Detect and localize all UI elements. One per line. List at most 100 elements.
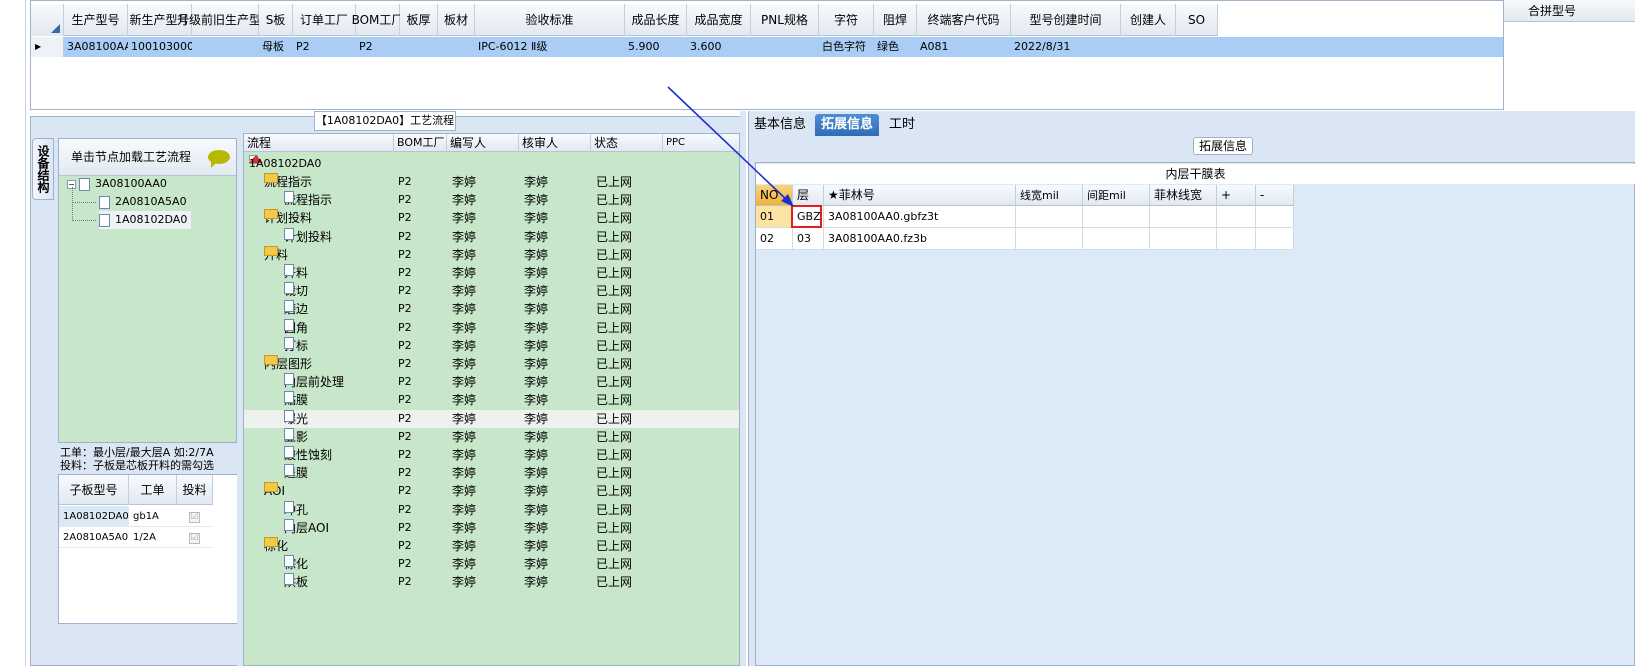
tree-node[interactable]: −3A08100AA0 xyxy=(67,175,167,193)
subboard-cell[interactable]: 1/2A xyxy=(129,527,177,548)
top-row-cell[interactable] xyxy=(1121,37,1176,57)
top-col-header[interactable]: 板材 xyxy=(438,4,475,36)
top-col-header[interactable]: 阻焊 xyxy=(874,4,917,36)
process-row[interactable]: 退膜 P2 李婷 李婷 已上网 xyxy=(244,464,739,482)
process-row[interactable]: AOI P2 李婷 李婷 已上网 xyxy=(244,482,739,500)
top-col-header[interactable]: 验收标准 xyxy=(475,4,625,36)
row-indicator[interactable]: ▶ xyxy=(31,37,64,57)
process-row[interactable]: 开料 P2 李婷 李婷 已上网 xyxy=(244,245,739,264)
process-row[interactable]: 酸性蚀刻 P2 李婷 李婷 已上网 xyxy=(244,446,739,464)
top-col-header[interactable]: SO xyxy=(1176,4,1218,36)
process-row[interactable]: 计划投料 P2 李婷 李婷 已上网 xyxy=(244,209,739,227)
top-row-cell[interactable] xyxy=(400,37,438,57)
process-row[interactable]: 曝光 P2 李婷 李婷 已上网 xyxy=(244,409,739,428)
top-row-cell[interactable]: 10010300003694 xyxy=(128,37,229,57)
top-row-cell[interactable]: P2 xyxy=(356,37,400,57)
col-film-no[interactable]: ★菲林号 xyxy=(824,185,1016,206)
subboard-check-cell[interactable]: ☑ xyxy=(177,506,213,527)
top-row-cell[interactable]: 2022/8/31 xyxy=(1011,37,1121,57)
top-row-cell[interactable]: 母板 xyxy=(259,37,293,57)
top-col-header[interactable]: 生产型号 xyxy=(64,4,128,36)
process-row[interactable]: 磨边 P2 李婷 李婷 已上网 xyxy=(244,300,739,318)
merge-model-header[interactable]: 合拼型号 xyxy=(1504,0,1635,22)
process-root-row[interactable]: −1A08102DA0 xyxy=(244,155,739,173)
process-row[interactable]: 打标 P2 李婷 李婷 已上网 xyxy=(244,336,739,355)
top-row-cell[interactable]: A081 xyxy=(917,37,1011,57)
top-col-header[interactable]: 板厚 xyxy=(400,4,438,36)
top-row-cell[interactable] xyxy=(192,37,259,57)
subboard-cell[interactable]: gb1A xyxy=(129,506,177,527)
add-column-button[interactable]: + xyxy=(1217,185,1256,206)
cell-empty[interactable] xyxy=(1256,228,1294,250)
top-col-header[interactable]: S板 xyxy=(259,4,293,36)
top-col-header[interactable]: 成品长度 xyxy=(625,4,687,36)
top-row-cell[interactable] xyxy=(751,37,819,57)
top-col-header[interactable]: 订单工厂 xyxy=(293,4,356,36)
cell-empty[interactable] xyxy=(1150,206,1217,228)
top-row-cell[interactable]: 绿色 xyxy=(874,37,917,57)
subboard-cell[interactable]: 1A08102DA0 xyxy=(59,506,129,527)
process-row[interactable]: 开料 P2 李婷 李婷 已上网 xyxy=(244,264,739,282)
top-row-cell[interactable]: 3.600 xyxy=(687,37,751,57)
cell-no[interactable]: 01 xyxy=(756,206,793,228)
col-layer[interactable]: 层 xyxy=(793,185,824,206)
top-col-header[interactable]: 字符 xyxy=(819,4,874,36)
process-row[interactable]: 棕化 P2 李婷 李婷 已上网 xyxy=(244,537,739,555)
top-row-cell[interactable]: P2 xyxy=(293,37,356,57)
splitter-right[interactable] xyxy=(740,111,746,666)
col-line-width[interactable]: 线宽mil xyxy=(1016,185,1083,206)
process-col-bom[interactable]: BOM工厂 xyxy=(394,134,447,152)
top-col-header[interactable]: 升级前旧生产型号 xyxy=(177,4,273,36)
top-col-header[interactable]: 成品宽度 xyxy=(687,4,751,36)
tree-node[interactable]: 2A0810A5A0 xyxy=(99,193,187,211)
cell-empty[interactable] xyxy=(1217,228,1256,250)
top-row-cell[interactable]: 5.900 xyxy=(625,37,687,57)
process-col-writer[interactable]: 编写人 xyxy=(447,134,519,152)
process-row[interactable]: 内层前处理 P2 李婷 李婷 已上网 xyxy=(244,373,739,391)
cell-no[interactable]: 02 xyxy=(756,228,793,250)
tab-extended-info[interactable]: 拓展信息 xyxy=(815,114,880,136)
cell-layer[interactable]: 03 xyxy=(793,228,824,250)
process-row[interactable]: 烘板 P2 李婷 李婷 已上网 xyxy=(244,573,739,591)
cell-empty[interactable] xyxy=(1217,206,1256,228)
col-film-line-width[interactable]: 菲林线宽 xyxy=(1150,185,1217,206)
process-col-flow[interactable]: 流程 xyxy=(244,134,394,152)
speech-bubble-icon[interactable] xyxy=(208,150,230,168)
process-row[interactable]: 流程指示 P2 李婷 李婷 已上网 xyxy=(244,173,739,191)
top-row-cell[interactable]: IPC-6012 Ⅱ级 xyxy=(475,37,625,57)
subboard-check-cell[interactable]: ☑ xyxy=(177,527,213,548)
process-row[interactable]: 内层AOI P2 李婷 李婷 已上网 xyxy=(244,518,739,537)
process-col-reviewer[interactable]: 核审人 xyxy=(519,134,591,152)
subboard-col-model[interactable]: 子板型号 xyxy=(59,475,129,505)
process-row[interactable]: 显影 P2 李婷 李婷 已上网 xyxy=(244,427,739,446)
process-row[interactable]: 贴膜 P2 李婷 李婷 已上网 xyxy=(244,391,739,409)
cell-empty[interactable] xyxy=(1083,228,1150,250)
subboard-col-feed[interactable]: 投料 xyxy=(177,475,213,505)
top-col-header[interactable]: 终端客户代码 xyxy=(917,4,1011,36)
cell-empty[interactable] xyxy=(1256,206,1294,228)
top-col-header[interactable]: 创建人 xyxy=(1121,4,1176,36)
subboard-col-order[interactable]: 工单 xyxy=(129,475,177,505)
process-row[interactable]: 内层图形 P2 李婷 李婷 已上网 xyxy=(244,355,739,373)
cell-empty[interactable] xyxy=(1083,206,1150,228)
process-col-status[interactable]: 状态 xyxy=(591,134,663,152)
cell-empty[interactable] xyxy=(1016,206,1083,228)
top-row-cell[interactable] xyxy=(1176,37,1218,57)
process-row[interactable]: 裁切 P2 李婷 李婷 已上网 xyxy=(244,282,739,300)
process-row[interactable]: 计划投料 P2 李婷 李婷 已上网 xyxy=(244,227,739,246)
col-no[interactable]: NO xyxy=(756,185,793,206)
cell-film[interactable]: 3A08100AA0.gbfz3t xyxy=(824,206,1016,228)
process-row[interactable]: 圆角 P2 李婷 李婷 已上网 xyxy=(244,318,739,337)
feed-checkbox[interactable]: ☑ xyxy=(189,533,200,544)
splitter-left[interactable] xyxy=(237,133,243,666)
cell-film[interactable]: 3A08100AA0.fz3b xyxy=(824,228,1016,250)
cell-empty[interactable] xyxy=(1150,228,1217,250)
feed-checkbox[interactable]: ☑ xyxy=(189,512,200,523)
grid-corner[interactable] xyxy=(31,4,64,36)
process-col-ppc[interactable]: PPC xyxy=(663,134,739,152)
top-row-cell[interactable]: 白色字符 xyxy=(819,37,874,57)
process-row[interactable]: 流程指示 P2 李婷 李婷 已上网 xyxy=(244,191,739,209)
tab-basic-info[interactable]: 基本信息 xyxy=(748,114,812,136)
col-spacing[interactable]: 间距mil xyxy=(1083,185,1150,206)
top-row-cell[interactable]: 3A08100AA0 xyxy=(64,37,139,57)
